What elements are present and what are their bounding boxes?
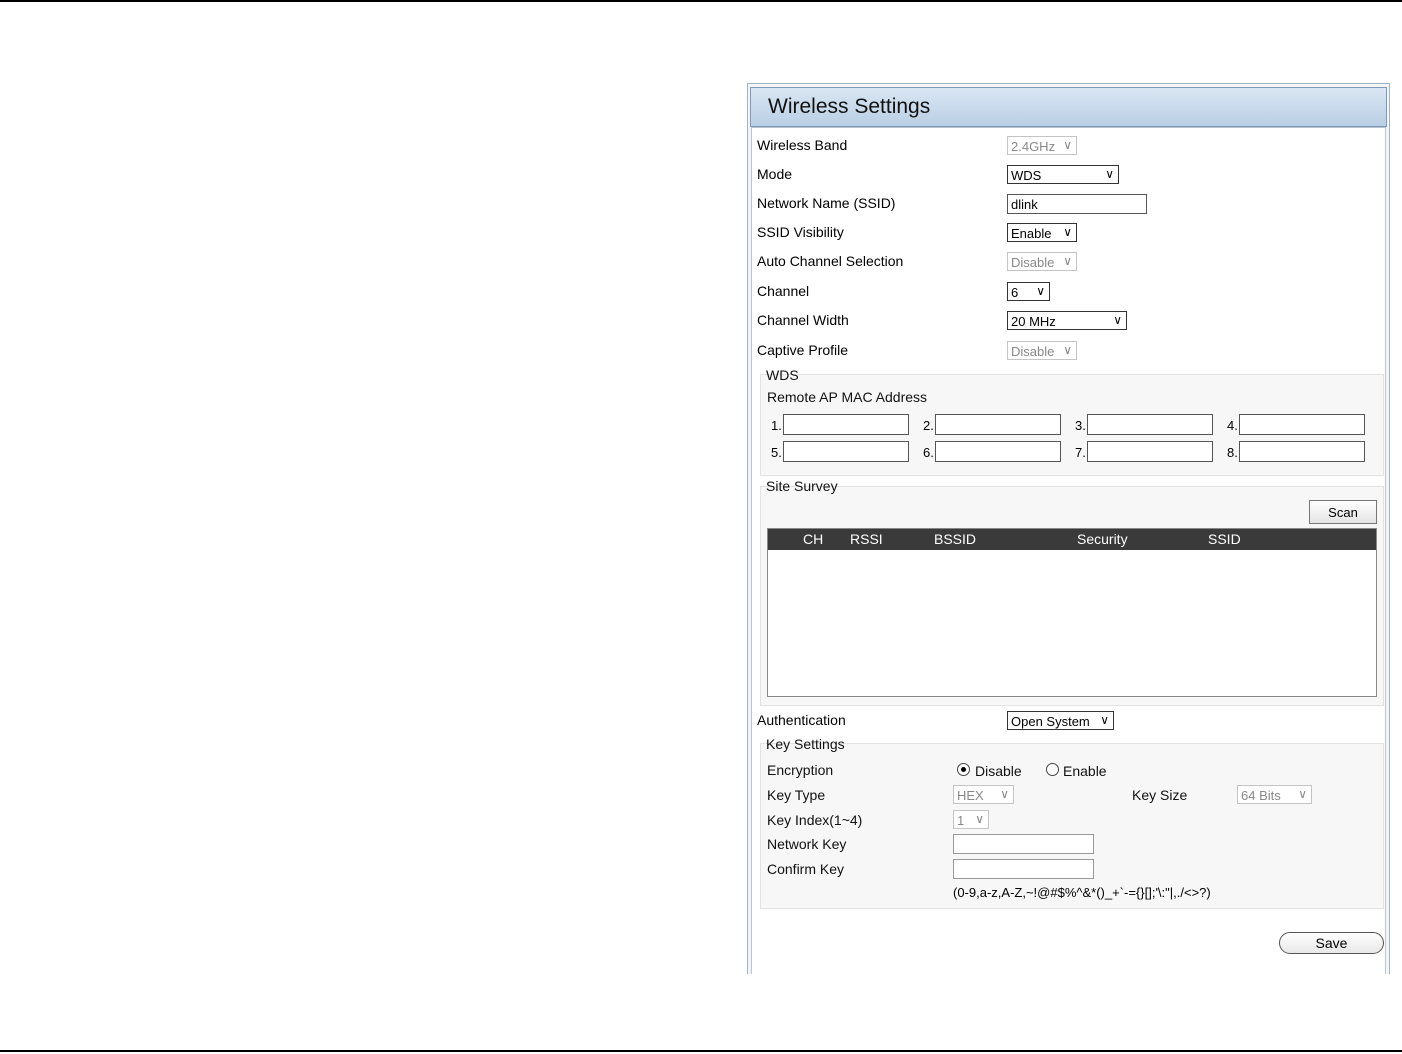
- key-size-label: Key Size: [1132, 787, 1188, 803]
- confirm-key-label: Confirm Key: [767, 861, 845, 877]
- key-index-select[interactable]: 1 ∨: [953, 810, 989, 829]
- column-header-ssid[interactable]: SSID: [1208, 531, 1241, 547]
- ssid-visibility-select[interactable]: Enable ∨: [1007, 223, 1077, 242]
- captive-profile-select[interactable]: Disable ∨: [1007, 341, 1077, 360]
- ssid-visibility-value: Enable: [1011, 226, 1052, 241]
- mac-slot-label: 1.: [771, 418, 782, 433]
- chevron-down-icon: ∨: [1298, 787, 1307, 801]
- auto-channel-value: Disable: [1011, 255, 1055, 270]
- authentication-value: Open System: [1011, 714, 1090, 729]
- mode-label: Mode: [757, 166, 793, 182]
- chevron-down-icon: ∨: [1063, 225, 1072, 239]
- site-survey-legend: Site Survey: [766, 478, 838, 494]
- site-survey-table-header: CH RSSI BSSID Security SSID: [768, 529, 1376, 550]
- top-rule: [0, 0, 1402, 2]
- key-type-label: Key Type: [767, 787, 826, 803]
- site-survey-table: CH RSSI BSSID Security SSID: [767, 528, 1377, 697]
- column-header-ch[interactable]: CH: [803, 531, 823, 547]
- encryption-enable-radio[interactable]: [1046, 763, 1059, 776]
- channel-value: 6: [1011, 285, 1019, 300]
- ssid-input[interactable]: dlink: [1007, 194, 1147, 214]
- wds-legend: WDS: [766, 367, 799, 383]
- authentication-label: Authentication: [757, 712, 846, 728]
- wireless-band-value: 2.4GHz: [1011, 139, 1056, 154]
- mac-slot-label: 7.: [1075, 445, 1086, 460]
- chevron-down-icon: ∨: [1000, 787, 1009, 801]
- chevron-down-icon: ∨: [975, 812, 984, 826]
- chevron-down-icon: ∨: [1105, 167, 1114, 181]
- captive-profile-value: Disable: [1011, 344, 1055, 359]
- wireless-band-select[interactable]: 2.4GHz ∨: [1007, 136, 1077, 155]
- auto-channel-select[interactable]: Disable ∨: [1007, 252, 1077, 271]
- mac-address-input-4[interactable]: [1239, 414, 1365, 435]
- mac-address-input-2[interactable]: [935, 414, 1061, 435]
- key-type-select[interactable]: HEX ∨: [953, 785, 1014, 804]
- mac-slot-label: 4.: [1227, 418, 1238, 433]
- scan-button[interactable]: Scan: [1309, 500, 1377, 524]
- channel-label: Channel: [757, 283, 810, 299]
- panel-title: Wireless Settings: [768, 95, 931, 118]
- mode-select[interactable]: WDS ∨: [1007, 165, 1119, 184]
- key-size-value: 64 Bits: [1241, 788, 1281, 803]
- ssid-visibility-label: SSID Visibility: [757, 224, 844, 240]
- mac-address-input-1[interactable]: [783, 414, 909, 435]
- save-button[interactable]: Save: [1279, 932, 1384, 954]
- mac-address-input-3[interactable]: [1087, 414, 1213, 435]
- mac-slot-label: 6.: [923, 445, 934, 460]
- column-header-rssi[interactable]: RSSI: [850, 531, 883, 547]
- wireless-band-label: Wireless Band: [757, 137, 848, 153]
- column-header-bssid[interactable]: BSSID: [934, 531, 976, 547]
- authentication-select[interactable]: Open System ∨: [1007, 711, 1114, 730]
- auto-channel-label: Auto Channel Selection: [757, 253, 904, 269]
- channel-width-select[interactable]: 20 MHz ∨: [1007, 311, 1127, 330]
- allowed-characters-hint: (0-9,a-z,A-Z,~!@#$%^&*()_+`-={}[];'\:"|,…: [953, 885, 1211, 900]
- captive-profile-label: Captive Profile: [757, 342, 849, 358]
- confirm-key-input[interactable]: [953, 859, 1094, 879]
- network-key-label: Network Key: [767, 836, 847, 852]
- chevron-down-icon: ∨: [1063, 254, 1072, 268]
- chevron-down-icon: ∨: [1063, 138, 1072, 152]
- mac-address-input-5[interactable]: [783, 441, 909, 462]
- mac-slot-label: 8.: [1227, 445, 1238, 460]
- mac-address-input-7[interactable]: [1087, 441, 1213, 462]
- key-index-label: Key Index(1~4): [767, 812, 863, 828]
- remote-ap-mac-label: Remote AP MAC Address: [767, 389, 928, 405]
- chevron-down-icon: ∨: [1113, 313, 1122, 327]
- channel-width-label: Channel Width: [757, 312, 849, 328]
- channel-width-value: 20 MHz: [1011, 314, 1056, 329]
- column-header-security[interactable]: Security: [1077, 531, 1128, 547]
- key-size-select[interactable]: 64 Bits ∨: [1237, 785, 1312, 804]
- chevron-down-icon: ∨: [1100, 713, 1109, 727]
- ssid-label: Network Name (SSID): [757, 195, 896, 211]
- key-type-value: HEX: [957, 788, 984, 803]
- mac-address-input-8[interactable]: [1239, 441, 1365, 462]
- mac-address-input-6[interactable]: [935, 441, 1061, 462]
- encryption-label: Encryption: [767, 762, 834, 778]
- mac-slot-label: 3.: [1075, 418, 1086, 433]
- channel-select[interactable]: 6 ∨: [1007, 282, 1050, 301]
- mac-slot-label: 5.: [771, 445, 782, 460]
- encryption-disable-radio[interactable]: [957, 763, 970, 776]
- encryption-disable-label: Disable: [975, 763, 1022, 779]
- mode-value: WDS: [1011, 168, 1042, 183]
- network-key-input[interactable]: [953, 834, 1094, 854]
- panel-titlebar: Wireless Settings: [750, 87, 1387, 127]
- encryption-enable-label: Enable: [1063, 763, 1107, 779]
- bottom-rule: [0, 1050, 1402, 1052]
- chevron-down-icon: ∨: [1036, 284, 1045, 298]
- key-settings-legend: Key Settings: [766, 736, 845, 752]
- key-index-value: 1: [957, 813, 965, 828]
- mac-slot-label: 2.: [923, 418, 934, 433]
- chevron-down-icon: ∨: [1063, 343, 1072, 357]
